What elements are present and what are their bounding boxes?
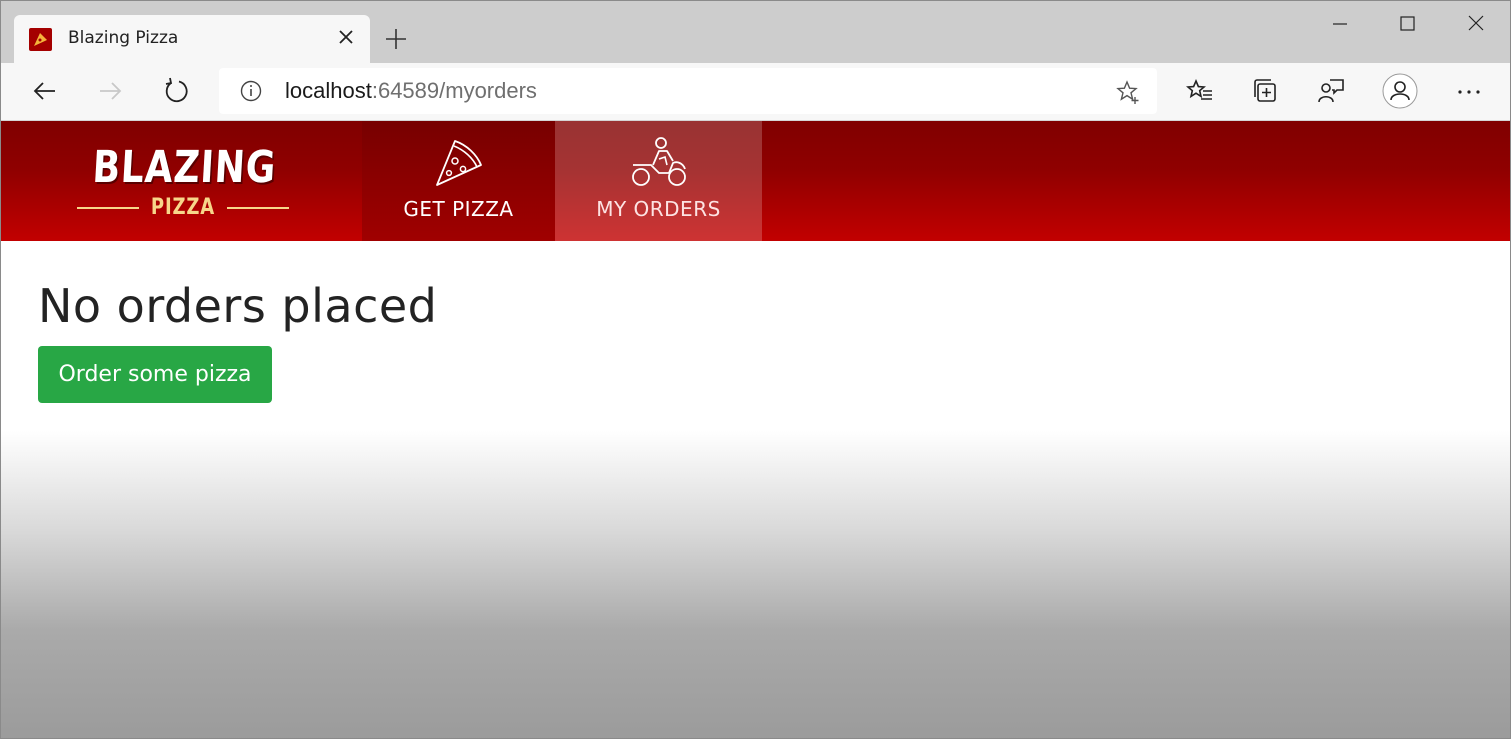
refresh-icon[interactable] bbox=[160, 75, 192, 107]
logo-sub-row: PIZZA bbox=[77, 195, 289, 221]
logo-word: BLAZING bbox=[91, 142, 278, 193]
blazing-pizza-logo[interactable]: BLAZING PIZZA bbox=[73, 142, 291, 225]
pizza-favicon-icon bbox=[29, 28, 52, 51]
tab-get-pizza-label: GET PIZZA bbox=[403, 197, 514, 221]
main-content: No orders placed Order some pizza bbox=[1, 241, 1510, 738]
site-top-bar: BLAZING PIZZA GET PIZZA MY ORDERS bbox=[1, 121, 1510, 241]
pizza-slice-icon bbox=[435, 140, 482, 186]
tab-strip: Blazing Pizza bbox=[1, 1, 1510, 63]
minimize-icon[interactable] bbox=[1325, 9, 1355, 39]
logo-subtitle: PIZZA bbox=[150, 195, 216, 220]
profile-icon[interactable] bbox=[1382, 73, 1418, 109]
tab-get-pizza[interactable]: GET PIZZA bbox=[362, 121, 555, 241]
star-plus-icon[interactable] bbox=[1115, 79, 1141, 105]
site: BLAZING PIZZA GET PIZZA MY ORDERS No ord… bbox=[1, 121, 1510, 738]
more-icon[interactable] bbox=[1453, 75, 1485, 107]
info-icon[interactable] bbox=[239, 79, 263, 103]
address-bar[interactable]: localhost:64589/myorders bbox=[219, 68, 1157, 114]
browser-tab[interactable]: Blazing Pizza bbox=[14, 15, 370, 63]
browser-toolbar: localhost:64589/myorders bbox=[1, 63, 1510, 121]
tab-my-orders[interactable]: MY ORDERS bbox=[555, 121, 762, 241]
tab-my-orders-label: MY ORDERS bbox=[596, 197, 721, 221]
collections-icon[interactable] bbox=[1250, 75, 1282, 107]
favorites-icon[interactable] bbox=[1184, 75, 1216, 107]
plus-icon[interactable] bbox=[381, 24, 411, 54]
forward-arrow-icon[interactable] bbox=[94, 75, 126, 107]
order-some-pizza-button[interactable]: Order some pizza bbox=[38, 346, 272, 403]
close-icon[interactable] bbox=[334, 25, 358, 49]
url-text: localhost:64589/myorders bbox=[285, 78, 537, 104]
close-window-icon[interactable] bbox=[1461, 9, 1491, 39]
page-title: No orders placed bbox=[38, 279, 438, 333]
feedback-icon[interactable] bbox=[1315, 75, 1347, 107]
browser-window: Blazing Pizza localhost:64589/myorders B… bbox=[0, 0, 1511, 739]
maximize-icon[interactable] bbox=[1392, 9, 1422, 39]
back-arrow-icon[interactable] bbox=[29, 75, 61, 107]
motorbike-icon bbox=[631, 137, 686, 186]
url-path: :64589/myorders bbox=[371, 78, 537, 103]
tab-title: Blazing Pizza bbox=[68, 28, 179, 48]
url-host: localhost bbox=[285, 78, 372, 103]
